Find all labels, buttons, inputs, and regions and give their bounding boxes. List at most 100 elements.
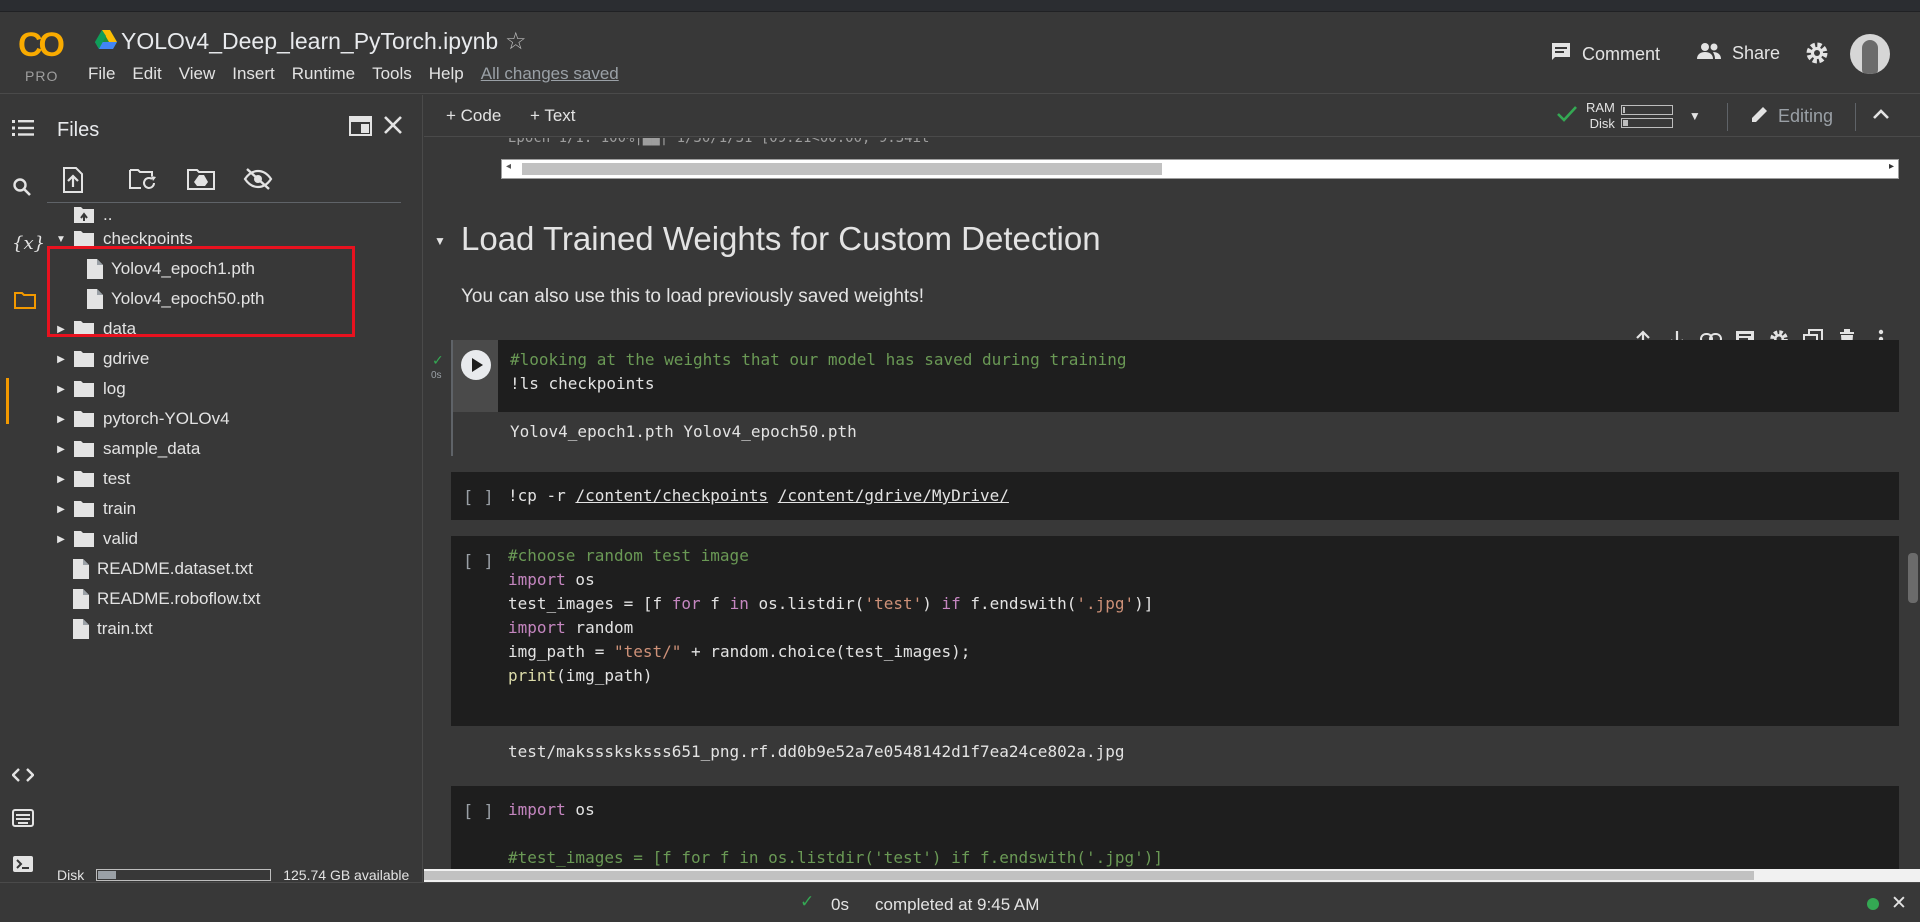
ram-meter	[1620, 104, 1673, 115]
tree-item-label: train	[103, 499, 137, 518]
terminal-icon[interactable]	[12, 855, 34, 878]
chevron-right-icon[interactable]: ▶	[53, 414, 69, 425]
connected-check-icon	[1556, 105, 1578, 128]
tree-folder-sample-data[interactable]: ▶ sample_data	[53, 436, 200, 462]
scrollbar-thumb[interactable]	[1908, 553, 1918, 603]
pencil-icon	[1750, 104, 1770, 129]
user-avatar[interactable]	[1850, 34, 1890, 74]
tree-folder-train[interactable]: ▶ train	[53, 496, 136, 522]
section-collapse-icon[interactable]: ▼	[434, 234, 446, 248]
cell-code[interactable]: import os #test_images = [f for f in os.…	[508, 798, 1163, 870]
tree-item-label: valid	[103, 529, 138, 548]
tree-file-train-txt[interactable]: train.txt	[73, 616, 153, 642]
mount-drive-icon[interactable]	[187, 167, 215, 196]
close-icon[interactable]: ✕	[1891, 892, 1907, 915]
menu-view[interactable]: View	[179, 64, 216, 84]
notebook-horizontal-scrollbar[interactable]	[424, 869, 1920, 882]
status-bar: ✓ 0s completed at 9:45 AM ✕	[0, 882, 1920, 922]
cell-code[interactable]: #looking at the weights that our model h…	[510, 348, 1127, 396]
folder-icon	[73, 350, 95, 368]
chevron-down-icon[interactable]: ▼	[53, 234, 69, 245]
cell-execution-count: [ ]	[463, 802, 494, 822]
tree-item-label: pytorch-YOLOv4	[103, 409, 230, 428]
tree-folder-valid[interactable]: ▶ valid	[53, 526, 138, 552]
chevron-right-icon[interactable]: ▶	[53, 444, 69, 455]
colab-logo[interactable]: CO PRO	[18, 26, 72, 84]
code-cell-random-image[interactable]: [ ] #choose random test image import os …	[451, 536, 1899, 726]
menu-help[interactable]: Help	[429, 64, 464, 84]
settings-gear-icon[interactable]	[1805, 41, 1829, 70]
star-icon[interactable]: ☆	[505, 27, 527, 56]
tree-folder-log[interactable]: ▶ log	[53, 376, 126, 402]
add-code-button[interactable]: + Code	[446, 106, 501, 126]
save-status-link[interactable]: All changes saved	[481, 64, 619, 84]
files-icon[interactable]	[14, 291, 36, 314]
sidebar-icon-rail: {x}	[0, 95, 47, 882]
scroll-right-icon[interactable]: ▸	[1889, 161, 1894, 172]
command-palette-icon[interactable]	[12, 809, 34, 832]
open-in-tab-icon[interactable]	[349, 115, 373, 142]
disk-meter	[96, 869, 272, 881]
notebook-vertical-scrollbar[interactable]	[1905, 138, 1920, 869]
menu-edit[interactable]: Edit	[132, 64, 161, 84]
menu-bar: File Edit View Insert Runtime Tools Help…	[88, 64, 619, 84]
tree-item-parent[interactable]: ..	[53, 202, 112, 228]
tree-folder-test[interactable]: ▶ test	[53, 466, 130, 492]
tree-item-label: gdrive	[103, 349, 150, 368]
path-link[interactable]: /content/checkpoints	[575, 486, 768, 505]
cell-code[interactable]: #choose random test image import os test…	[508, 544, 1153, 688]
notebook-content: Epoch 1/1: 100%|██| 1/30/1/31 [09:21<00:…	[424, 138, 1920, 882]
notebook-title[interactable]: YOLOv4_Deep_learn_PyTorch.ipynb	[121, 28, 498, 55]
chevron-down-icon[interactable]: ▼	[1689, 109, 1701, 123]
disk-label: Disk	[57, 867, 85, 883]
code-snippets-icon[interactable]	[11, 767, 35, 788]
folder-icon	[73, 500, 95, 518]
upload-icon[interactable]	[62, 167, 84, 198]
output-horizontal-scrollbar[interactable]: ◂ ▸	[501, 159, 1899, 179]
chevron-right-icon[interactable]: ▶	[53, 504, 69, 515]
menu-file[interactable]: File	[88, 64, 115, 84]
execution-time: 0s	[431, 370, 442, 381]
add-text-button[interactable]: + Text	[530, 106, 576, 126]
hide-files-icon[interactable]	[243, 167, 273, 196]
files-panel: Files .. ▼ checkpoints Yolov4_epoch1.pth…	[47, 95, 423, 882]
refresh-icon[interactable]	[129, 167, 157, 196]
tree-file-readme-roboflow[interactable]: README.roboflow.txt	[73, 586, 260, 612]
code-cell-import[interactable]: [ ] import os #test_images = [f for f in…	[451, 786, 1899, 876]
table-of-contents-icon[interactable]	[12, 119, 34, 142]
chevron-right-icon[interactable]: ▶	[53, 354, 69, 365]
code-cell-ls[interactable]: #looking at the weights that our model h…	[451, 340, 1899, 412]
run-cell-button[interactable]	[461, 350, 491, 380]
status-text: completed at 9:45 AM	[875, 895, 1040, 914]
chevron-right-icon[interactable]: ▶	[53, 384, 69, 395]
files-panel-title: Files	[57, 119, 100, 141]
code-cell-cp[interactable]: [ ] !cp -r /content/checkpoints /content…	[451, 472, 1899, 520]
scroll-left-icon[interactable]: ◂	[506, 161, 511, 172]
resource-monitor[interactable]: RAM Disk ▼	[1556, 100, 1701, 132]
variables-icon[interactable]: {x}	[12, 233, 45, 254]
tree-folder-gdrive[interactable]: ▶ gdrive	[53, 346, 149, 372]
toolbar-divider	[1727, 103, 1728, 131]
tree-folder-pytorch-yolov4[interactable]: ▶ pytorch-YOLOv4	[53, 406, 230, 432]
menu-insert[interactable]: Insert	[232, 64, 275, 84]
comment-button[interactable]: Comment	[1550, 42, 1660, 67]
chevron-up-icon[interactable]	[1869, 103, 1893, 132]
menu-tools[interactable]: Tools	[372, 64, 412, 84]
close-icon[interactable]	[383, 115, 403, 140]
cell-code[interactable]: !cp -r /content/checkpoints /content/gdr…	[508, 484, 1009, 508]
tree-item-label: log	[103, 379, 126, 398]
files-toolbar	[47, 163, 401, 203]
menu-runtime[interactable]: Runtime	[292, 64, 355, 84]
share-button[interactable]: Share	[1696, 42, 1780, 65]
folder-icon	[73, 470, 95, 488]
chevron-right-icon[interactable]: ▶	[53, 534, 69, 545]
people-icon	[1696, 42, 1722, 65]
scrollbar-thumb[interactable]	[424, 871, 1754, 880]
chevron-right-icon[interactable]: ▶	[53, 474, 69, 485]
editing-mode-button[interactable]: Editing	[1750, 104, 1833, 129]
browser-top-strip	[0, 0, 1920, 12]
search-icon[interactable]	[12, 177, 32, 202]
tree-file-readme-dataset[interactable]: README.dataset.txt	[73, 556, 253, 582]
path-link[interactable]: /content/gdrive/MyDrive/	[778, 486, 1009, 505]
scrollbar-thumb[interactable]	[522, 163, 1162, 175]
